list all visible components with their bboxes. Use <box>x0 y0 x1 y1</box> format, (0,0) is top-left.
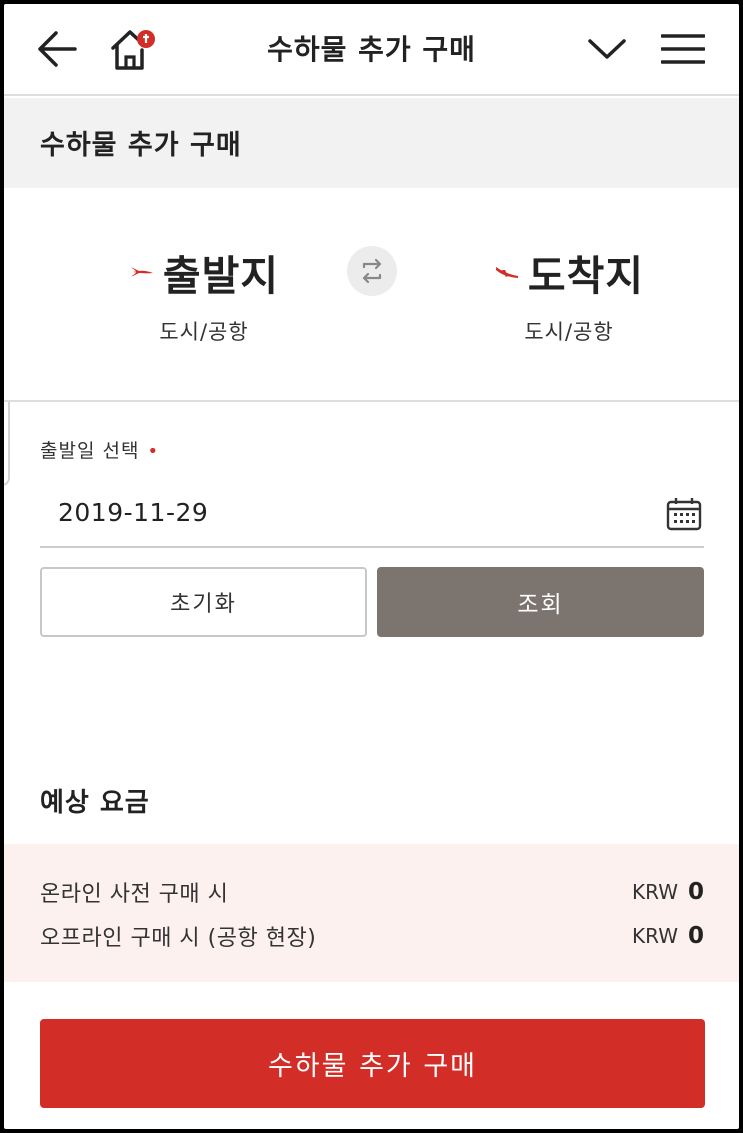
departure-selector[interactable]: 출발지 도시/공항 <box>104 242 304 346</box>
fee-currency: KRW <box>632 924 678 948</box>
swap-route-button[interactable] <box>347 246 397 296</box>
purchase-baggage-button[interactable]: 수하물 추가 구매 <box>40 1019 705 1108</box>
departure-sub-label: 도시/공항 <box>159 320 249 344</box>
reset-button[interactable]: 초기화 <box>40 567 367 637</box>
departure-date-label-text: 출발일 선택 <box>40 440 140 462</box>
arrival-label: 도착지 <box>527 252 645 300</box>
fee-row-online: 온라인 사전 구매 시 KRW 0 <box>40 875 704 909</box>
fee-amount: KRW 0 <box>632 879 704 905</box>
fee-value: 0 <box>687 923 704 949</box>
departure-plane-icon <box>130 267 153 277</box>
departure-date-label: 출발일 선택 • <box>40 436 159 463</box>
arrival-plane-icon <box>495 267 518 278</box>
calendar-icon <box>666 498 702 531</box>
dropdown-toggle-button[interactable] <box>584 26 630 72</box>
fee-amount: KRW 0 <box>632 923 704 949</box>
fee-label: 온라인 사전 구매 시 <box>40 882 229 907</box>
search-button[interactable]: 조회 <box>377 567 704 637</box>
fee-value: 0 <box>687 879 704 905</box>
app-frame: 수하물 추가 구매 수하물 추가 구매 출발지 도시/공항 도착지 도시/공항 … <box>4 4 739 1129</box>
arrival-selector[interactable]: 도착지 도시/공항 <box>469 242 669 346</box>
departure-date-field[interactable]: 2019-11-29 <box>40 482 704 548</box>
top-header: 수하물 추가 구매 <box>4 4 739 96</box>
page-title: 수하물 추가 구매 <box>40 130 242 161</box>
departure-label: 출발지 <box>162 252 280 300</box>
page-title-band: 수하물 추가 구매 <box>4 98 739 188</box>
fee-currency: KRW <box>632 880 678 904</box>
arrival-sub-label: 도시/공항 <box>524 320 614 344</box>
calendar-button[interactable] <box>664 494 704 534</box>
required-mark: • <box>147 441 160 462</box>
chevron-down-icon <box>588 39 626 59</box>
route-selector: 출발지 도시/공항 도착지 도시/공항 <box>4 188 739 402</box>
estimated-fee-title: 예상 요금 <box>40 788 150 818</box>
departure-date-value: 2019-11-29 <box>58 498 209 527</box>
menu-button[interactable] <box>660 26 706 72</box>
hamburger-menu-icon <box>661 34 705 64</box>
fee-summary: 온라인 사전 구매 시 KRW 0 오프라인 구매 시 (공항 현장) KRW 0 <box>4 844 739 982</box>
fee-label: 오프라인 구매 시 (공항 현장) <box>40 926 317 951</box>
fee-row-offline: 오프라인 구매 시 (공항 현장) KRW 0 <box>40 919 704 953</box>
swap-icon <box>362 258 382 284</box>
